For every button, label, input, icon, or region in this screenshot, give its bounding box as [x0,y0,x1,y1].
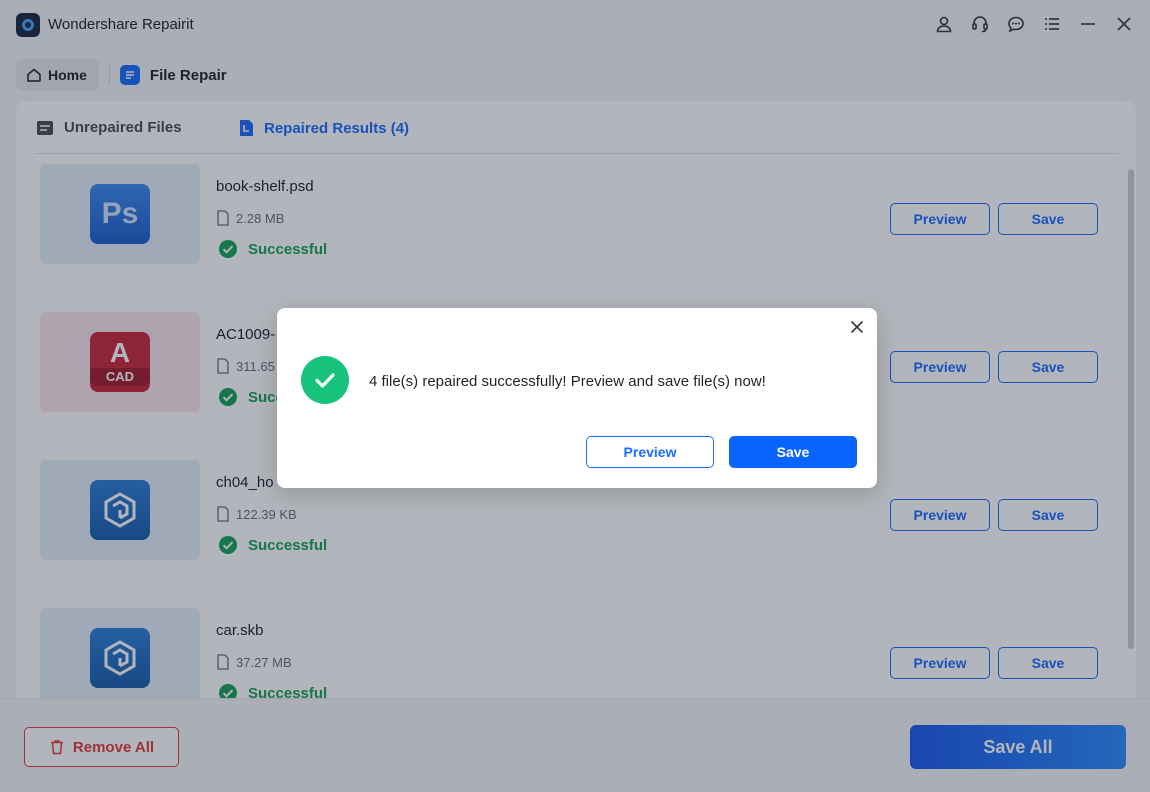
success-check-icon [301,356,349,404]
dialog-message: 4 file(s) repaired successfully! Preview… [369,373,766,390]
dialog-save-button[interactable]: Save [729,436,857,468]
dialog-close-icon[interactable] [847,317,867,337]
dialog-preview-button[interactable]: Preview [586,436,714,468]
repair-success-dialog: 4 file(s) repaired successfully! Preview… [277,308,877,488]
